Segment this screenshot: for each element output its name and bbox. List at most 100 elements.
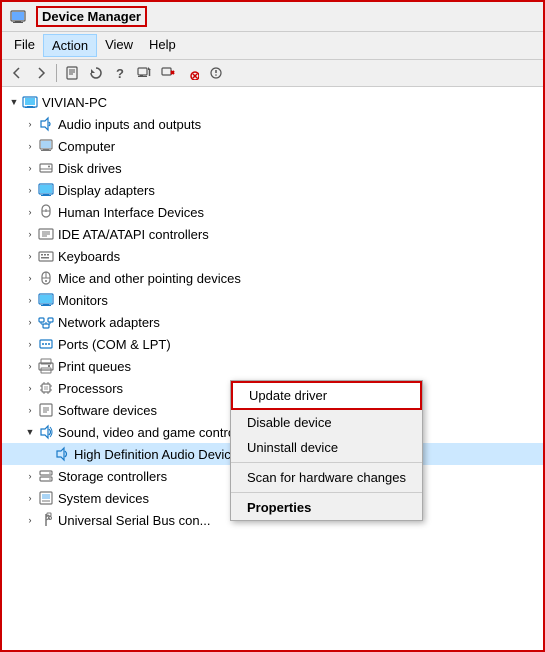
expand-sound[interactable]: ▼ — [22, 424, 38, 440]
network-icon — [38, 314, 54, 330]
mice-label: Mice and other pointing devices — [58, 271, 241, 286]
usb-label: Universal Serial Bus con... — [58, 513, 210, 528]
ide-label: IDE ATA/ATAPI controllers — [58, 227, 209, 242]
audio-label: Audio inputs and outputs — [58, 117, 201, 132]
expand-disk[interactable]: › — [22, 160, 38, 176]
display-icon — [38, 182, 54, 198]
tree-display[interactable]: › Display adapters — [2, 179, 543, 201]
device-manager-window: Device Manager File Action View Help — [0, 0, 545, 652]
hid-icon — [38, 204, 54, 220]
sound-icon — [38, 424, 54, 440]
expand-print[interactable]: › — [22, 358, 38, 374]
keyboards-label: Keyboards — [58, 249, 120, 264]
storage-label: Storage controllers — [58, 469, 167, 484]
print-icon — [38, 358, 54, 374]
uninstall-button[interactable] — [181, 62, 203, 84]
forward-button[interactable] — [30, 62, 52, 84]
system-icon — [38, 490, 54, 506]
tree-keyboards[interactable]: › Keyboards — [2, 245, 543, 267]
properties-button[interactable] — [61, 62, 83, 84]
tree-ports[interactable]: › Ports (COM & LPT) — [2, 333, 543, 355]
expand-system[interactable]: › — [22, 490, 38, 506]
expand-usb[interactable]: › — [22, 512, 38, 528]
title-bar: Device Manager — [2, 2, 543, 32]
tree-audio[interactable]: › Audio inputs and outputs — [2, 113, 543, 135]
root-icon — [22, 94, 38, 110]
sound-label: Sound, video and game controllers — [58, 425, 259, 440]
tree-root[interactable]: ▼ VIVIAN-PC — [2, 91, 543, 113]
software-label: Software devices — [58, 403, 157, 418]
expand-processors[interactable]: › — [22, 380, 38, 396]
tree-disk[interactable]: › Disk drives — [2, 157, 543, 179]
ctx-uninstall-device[interactable]: Uninstall device — [231, 435, 422, 460]
expand-display[interactable]: › — [22, 182, 38, 198]
computer-icon — [38, 138, 54, 154]
ctx-properties[interactable]: Properties — [231, 495, 422, 520]
refresh-button[interactable] — [85, 62, 107, 84]
toolbar: ? — [2, 60, 543, 87]
expand-software[interactable]: › — [22, 402, 38, 418]
menu-bar: File Action View Help — [2, 32, 543, 60]
tree-mice[interactable]: › Mice and other pointing devices — [2, 267, 543, 289]
tree-hid[interactable]: › Human Interface Devices — [2, 201, 543, 223]
scan-button[interactable] — [205, 62, 227, 84]
ctx-scan-label: Scan for hardware changes — [247, 470, 406, 485]
monitors-label: Monitors — [58, 293, 108, 308]
network-label: Network adapters — [58, 315, 160, 330]
hid-label: Human Interface Devices — [58, 205, 204, 220]
root-label: VIVIAN-PC — [42, 95, 107, 110]
menu-action[interactable]: Action — [43, 34, 97, 57]
ctx-disable-label: Disable device — [247, 415, 332, 430]
expand-hid[interactable]: › — [22, 204, 38, 220]
expand-root[interactable]: ▼ — [6, 94, 22, 110]
keyboard-icon — [38, 248, 54, 264]
hda-icon — [54, 446, 70, 462]
update-driver-button[interactable] — [133, 62, 155, 84]
expand-network[interactable]: › — [22, 314, 38, 330]
menu-file[interactable]: File — [6, 34, 43, 57]
hda-label: High Definition Audio Device — [74, 447, 238, 462]
tree-ide[interactable]: › IDE ATA/ATAPI controllers — [2, 223, 543, 245]
ctx-sep1 — [231, 462, 422, 463]
context-menu: Update driver Disable device Uninstall d… — [230, 380, 423, 521]
tree-print[interactable]: › Print queues — [2, 355, 543, 377]
tree-monitors[interactable]: › Monitors — [2, 289, 543, 311]
tree-network[interactable]: › Network adapters — [2, 311, 543, 333]
system-label: System devices — [58, 491, 149, 506]
mice-icon — [38, 270, 54, 286]
help-button[interactable]: ? — [109, 62, 131, 84]
menu-help[interactable]: Help — [141, 34, 184, 57]
processors-label: Processors — [58, 381, 123, 396]
ctx-update-driver-label: Update driver — [249, 388, 327, 403]
print-label: Print queues — [58, 359, 131, 374]
monitor-icon — [38, 292, 54, 308]
ctx-sep2 — [231, 492, 422, 493]
device-tree: ▼ VIVIAN-PC › Audio inputs and outpu — [2, 87, 543, 650]
expand-computer[interactable]: › — [22, 138, 38, 154]
window-title: Device Manager — [36, 6, 147, 27]
expand-ports[interactable]: › — [22, 336, 38, 352]
menu-view[interactable]: View — [97, 34, 141, 57]
ctx-properties-label: Properties — [247, 500, 311, 515]
processor-icon — [38, 380, 54, 396]
expand-mice[interactable]: › — [22, 270, 38, 286]
expand-monitors[interactable]: › — [22, 292, 38, 308]
ctx-disable-device[interactable]: Disable device — [231, 410, 422, 435]
expand-ide[interactable]: › — [22, 226, 38, 242]
disable-button[interactable] — [157, 62, 179, 84]
computer-label: Computer — [58, 139, 115, 154]
sep1 — [56, 64, 57, 82]
tree-computer[interactable]: › Computer — [2, 135, 543, 157]
ide-icon — [38, 226, 54, 242]
software-icon — [38, 402, 54, 418]
expand-audio[interactable]: › — [22, 116, 38, 132]
ctx-scan[interactable]: Scan for hardware changes — [231, 465, 422, 490]
storage-icon — [38, 468, 54, 484]
back-button[interactable] — [6, 62, 28, 84]
expand-keyboards[interactable]: › — [22, 248, 38, 264]
ports-icon — [38, 336, 54, 352]
expand-storage[interactable]: › — [22, 468, 38, 484]
disk-icon — [38, 160, 54, 176]
audio-icon — [38, 116, 54, 132]
ctx-update-driver[interactable]: Update driver — [231, 381, 422, 410]
